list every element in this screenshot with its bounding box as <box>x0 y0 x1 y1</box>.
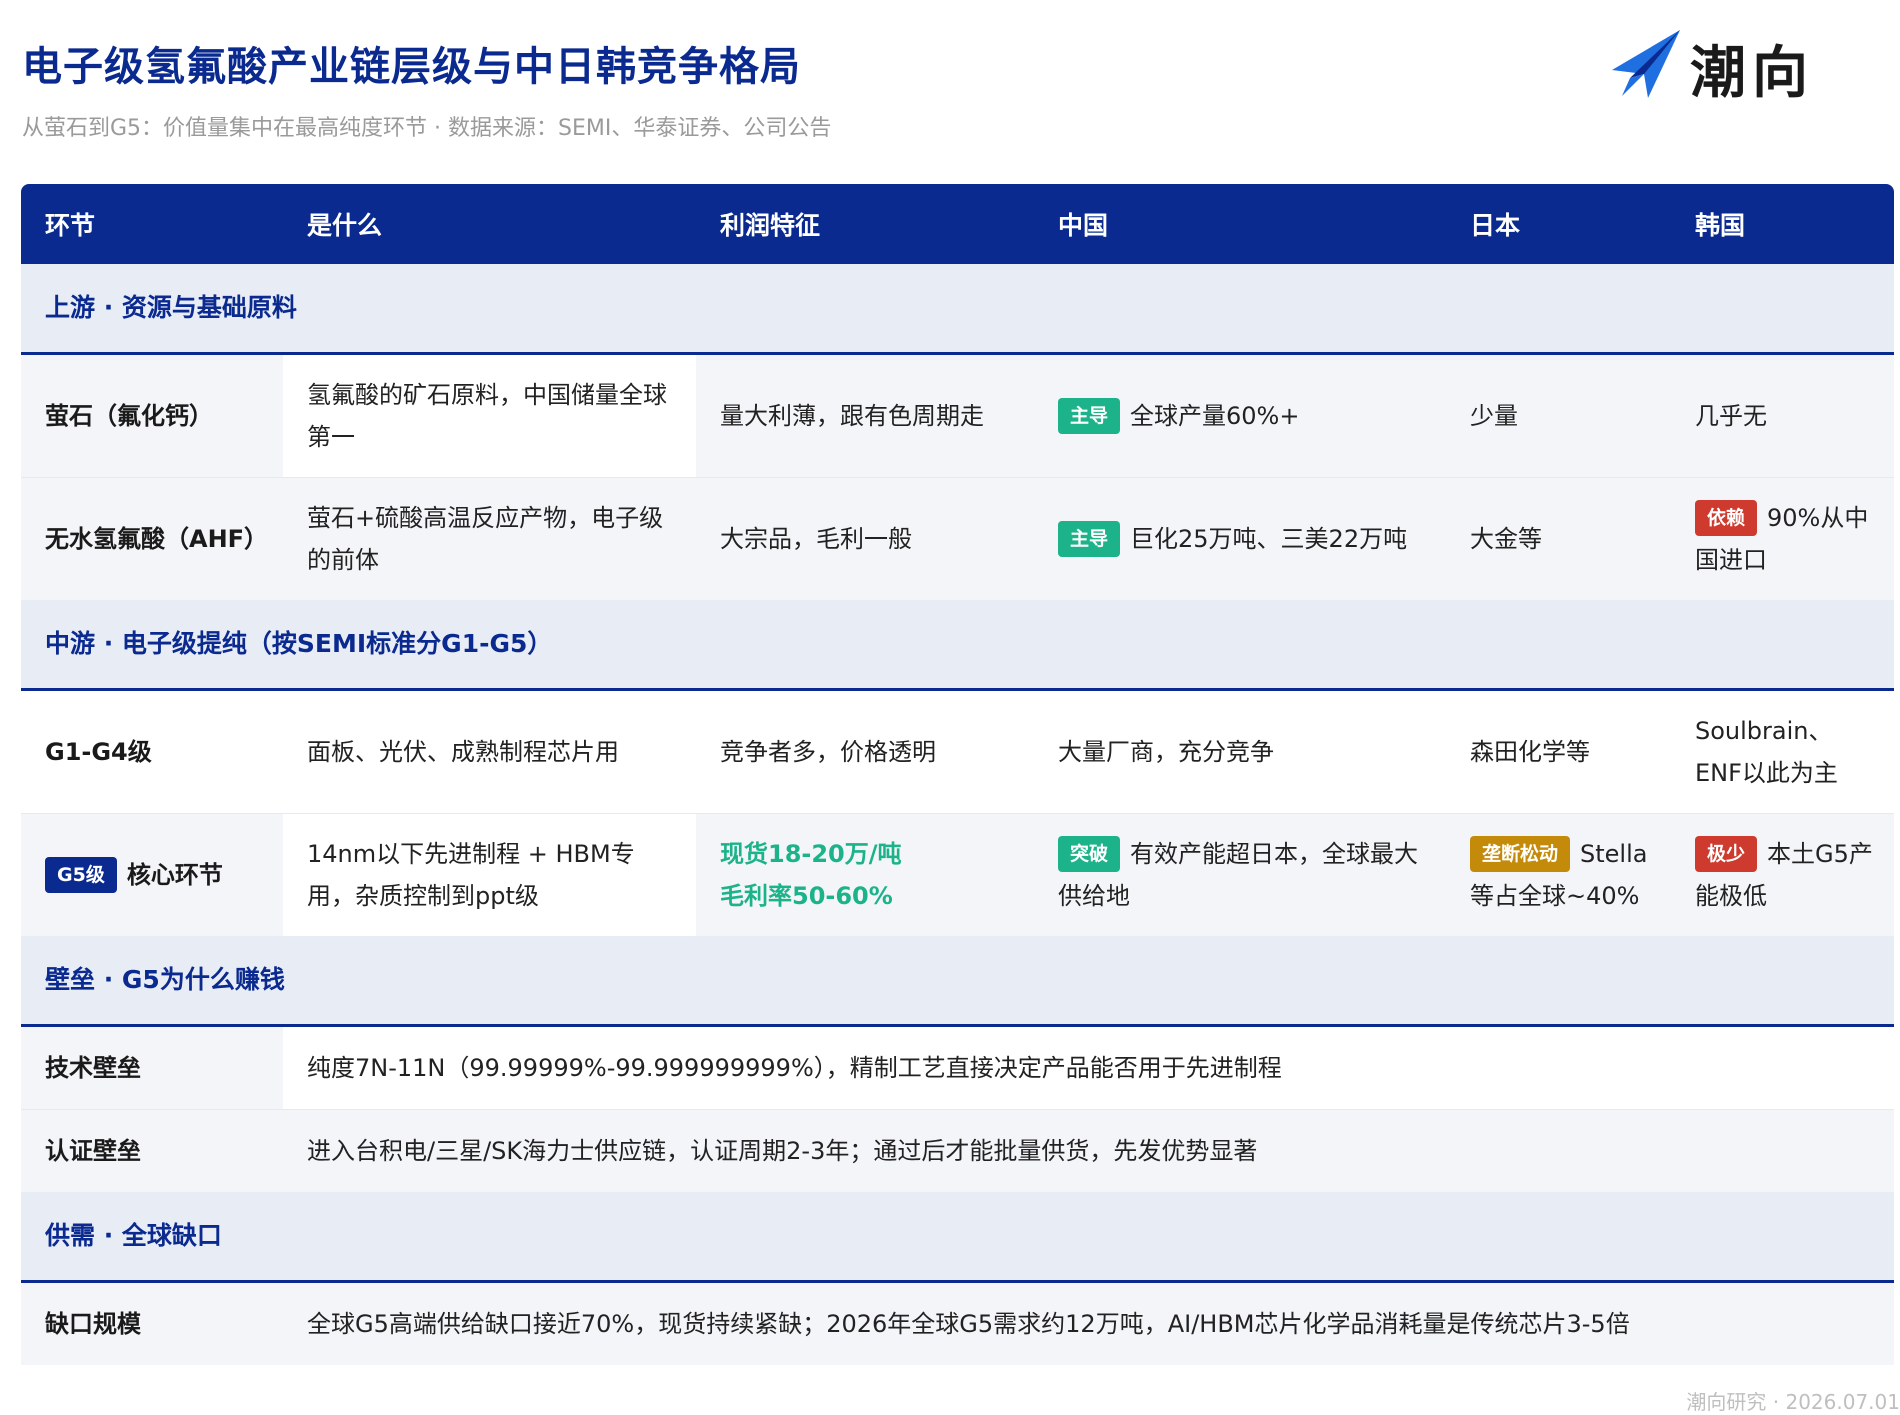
logo-text: 潮向 <box>1690 41 1814 106</box>
status-badge: 主导 <box>1058 521 1121 557</box>
page: 电子级氢氟酸产业链层级与中日韩竞争格局 从萤石到G5：价值量集中在最高纯度环节 … <box>0 0 1900 1414</box>
cell-china: 突破 有效产能超日本，全球最大供给地 <box>1034 813 1446 936</box>
status-badge: 依赖 <box>1695 500 1758 536</box>
page-title: 电子级氢氟酸产业链层级与中日韩竞争格局 <box>22 44 801 90</box>
cell-profit: 大宗品，毛利一般 <box>696 477 1034 600</box>
cell-text: 巨化25万吨、三美22万吨 <box>1130 525 1408 553</box>
cell-description: 全球G5高端供给缺口接近70%，现货持续紧缺；2026年全球G5需求约12万吨，… <box>283 1281 1894 1365</box>
table-row: G5级 核心环节 14nm以下先进制程 + HBM专用，杂质控制到ppt级 现货1… <box>21 813 1894 936</box>
cell-korea: 极少 本土G5产能极低 <box>1671 813 1894 936</box>
row-label: G1-G4级 <box>21 689 283 814</box>
section-header-row: 上游 · 资源与基础原料 <box>21 264 1894 355</box>
status-badge: 主导 <box>1058 398 1121 434</box>
row-label: 无水氢氟酸（AHF） <box>21 477 283 600</box>
paper-plane-icon <box>1612 30 1680 98</box>
section-header-row: 供需 · 全球缺口 <box>21 1192 1894 1283</box>
brand-logo: 潮向 <box>1608 24 1828 106</box>
status-badge: 极少 <box>1695 836 1758 872</box>
level-badge: G5级 <box>45 857 117 893</box>
column-header: 日本 <box>1446 184 1671 264</box>
row-label: 技术壁垒 <box>21 1025 283 1110</box>
table-row: 缺口规模 全球G5高端供给缺口接近70%，现货持续紧缺；2026年全球G5需求约… <box>21 1281 1894 1365</box>
cell-korea: 依赖 90%从中国进口 <box>1671 477 1894 600</box>
section-title: 上游 · 资源与基础原料 <box>21 264 1894 355</box>
cell-korea: Soulbrain、ENF以此为主 <box>1671 689 1894 814</box>
cell-japan: 森田化学等 <box>1446 689 1671 814</box>
section-header-row: 壁垒 · G5为什么赚钱 <box>21 936 1894 1027</box>
cell-what: 面板、光伏、成熟制程芯片用 <box>283 689 696 814</box>
cell-what: 萤石+硫酸高温反应产物，电子级的前体 <box>283 477 696 600</box>
column-header: 利润特征 <box>696 184 1034 264</box>
cell-japan: 少量 <box>1446 353 1671 478</box>
industry-chain-table: 环节 是什么 利润特征 中国 日本 韩国 上游 · 资源与基础原料 萤石（氟化钙… <box>21 184 1894 1365</box>
footer-credit: 潮向研究 · 2026.07.01 <box>1686 1390 1900 1414</box>
row-label: 萤石（氟化钙） <box>21 353 283 478</box>
table-header-row: 环节 是什么 利润特征 中国 日本 韩国 <box>21 184 1894 264</box>
cell-profit: 量大利薄，跟有色周期走 <box>696 353 1034 478</box>
page-subtitle: 从萤石到G5：价值量集中在最高纯度环节 · 数据来源：SEMI、华泰证券、公司公… <box>22 116 832 141</box>
section-title: 中游 · 电子级提纯（按SEMI标准分G1-G5） <box>21 600 1894 691</box>
table-row: 认证壁垒 进入台积电/三星/SK海力士供应链，认证周期2-3年；通过后才能批量供… <box>21 1109 1894 1192</box>
profit-price: 现货18-20万/吨 <box>720 840 902 868</box>
row-label: G5级 核心环节 <box>21 813 283 936</box>
cell-what: 氢氟酸的矿石原料，中国储量全球第一 <box>283 353 696 478</box>
row-label-text: 核心环节 <box>126 861 223 889</box>
table-row: 萤石（氟化钙） 氢氟酸的矿石原料，中国储量全球第一 量大利薄，跟有色周期走 主导… <box>21 353 1894 478</box>
row-label: 缺口规模 <box>21 1281 283 1365</box>
section-header-row: 中游 · 电子级提纯（按SEMI标准分G1-G5） <box>21 600 1894 691</box>
column-header: 是什么 <box>283 184 696 264</box>
cell-japan: 垄断松动 Stella等占全球~40% <box>1446 813 1671 936</box>
section-title: 供需 · 全球缺口 <box>21 1192 1894 1283</box>
column-header: 环节 <box>21 184 283 264</box>
table-row: 技术壁垒 纯度7N-11N（99.99999%-99.999999999%），精… <box>21 1025 1894 1110</box>
column-header: 中国 <box>1034 184 1446 264</box>
section-title: 壁垒 · G5为什么赚钱 <box>21 936 1894 1027</box>
cell-profit: 竞争者多，价格透明 <box>696 689 1034 814</box>
status-badge: 突破 <box>1058 836 1121 872</box>
profit-margin: 毛利率50-60% <box>720 882 893 910</box>
cell-korea: 几乎无 <box>1671 353 1894 478</box>
cell-description: 进入台积电/三星/SK海力士供应链，认证周期2-3年；通过后才能批量供货，先发优… <box>283 1109 1894 1192</box>
cell-china: 主导 巨化25万吨、三美22万吨 <box>1034 477 1446 600</box>
cell-china: 大量厂商，充分竞争 <box>1034 689 1446 814</box>
table-row: 无水氢氟酸（AHF） 萤石+硫酸高温反应产物，电子级的前体 大宗品，毛利一般 主… <box>21 477 1894 600</box>
cell-description: 纯度7N-11N（99.99999%-99.999999999%），精制工艺直接… <box>283 1025 1894 1110</box>
cell-what: 14nm以下先进制程 + HBM专用，杂质控制到ppt级 <box>283 813 696 936</box>
column-header: 韩国 <box>1671 184 1894 264</box>
cell-profit: 现货18-20万/吨 毛利率50-60% <box>696 813 1034 936</box>
cell-china: 主导 全球产量60%+ <box>1034 353 1446 478</box>
cell-text: 全球产量60%+ <box>1130 402 1300 430</box>
row-label: 认证壁垒 <box>21 1109 283 1192</box>
table-row: G1-G4级 面板、光伏、成熟制程芯片用 竞争者多，价格透明 大量厂商，充分竞争… <box>21 689 1894 814</box>
status-badge: 垄断松动 <box>1470 836 1571 872</box>
cell-japan: 大金等 <box>1446 477 1671 600</box>
